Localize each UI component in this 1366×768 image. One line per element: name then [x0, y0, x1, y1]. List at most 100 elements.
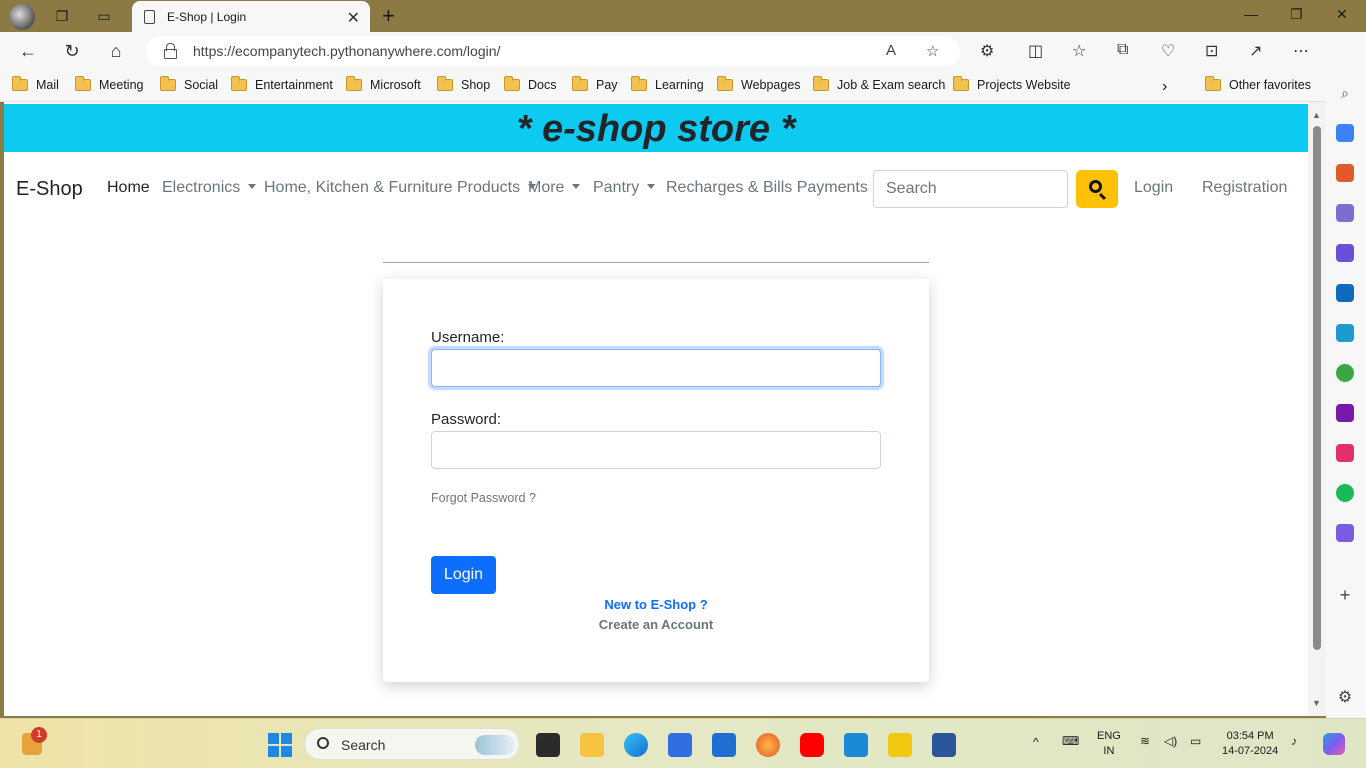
nav-pantry[interactable]: Pantry: [593, 179, 656, 197]
favorite-other[interactable]: Other favorites: [1205, 76, 1311, 92]
favorite-microsoft[interactable]: Microsoft: [346, 76, 421, 92]
new-tab-icon[interactable]: +: [382, 3, 395, 29]
tab-actions-icon[interactable]: ▭: [94, 6, 114, 26]
username-field[interactable]: [431, 349, 881, 387]
extensions-icon[interactable]: ⚙: [980, 41, 994, 61]
profile-avatar[interactable]: [9, 4, 35, 30]
games-icon[interactable]: [1336, 204, 1354, 222]
page-scrollbar[interactable]: ▲ ▼: [1308, 102, 1326, 716]
favorite-shop[interactable]: Shop: [437, 76, 490, 92]
favorite-pay[interactable]: Pay: [572, 76, 618, 92]
favorite-meeting[interactable]: Meeting: [75, 76, 143, 92]
screenshot-icon[interactable]: ⊡: [1205, 41, 1218, 61]
outlook-icon[interactable]: [1336, 284, 1354, 302]
browser-essentials-icon[interactable]: ♡: [1161, 41, 1175, 61]
scroll-down-icon[interactable]: ▼: [1312, 698, 1321, 708]
shark-icon: [475, 735, 515, 755]
home-icon[interactable]: ⌂: [104, 40, 128, 62]
nav-electronics[interactable]: Electronics: [162, 179, 257, 197]
copilot-preview-icon[interactable]: [1323, 733, 1345, 755]
vscode-icon[interactable]: [844, 733, 868, 757]
notification-bell-icon[interactable]: ♪: [1291, 734, 1297, 748]
split-screen-icon[interactable]: ◫: [1028, 41, 1043, 61]
taskbar-search[interactable]: Search: [304, 728, 520, 760]
url-text[interactable]: https://ecompanytech.pythonanywhere.com/…: [193, 43, 500, 59]
clipchamp-icon[interactable]: [1336, 524, 1354, 542]
lock-icon[interactable]: [164, 43, 177, 59]
store-icon[interactable]: [668, 733, 692, 757]
minimize-icon[interactable]: —: [1244, 6, 1258, 22]
favorite-star-icon[interactable]: ☆: [926, 42, 939, 60]
collections-icon[interactable]: ⧉: [1117, 41, 1128, 59]
folder-icon: [504, 76, 520, 91]
edge-icon[interactable]: [624, 733, 648, 757]
favorite-webpages[interactable]: Webpages: [717, 76, 801, 92]
restore-icon[interactable]: ❐: [1290, 6, 1303, 23]
file-explorer-icon[interactable]: [580, 733, 604, 757]
favorite-entertainment[interactable]: Entertainment: [231, 76, 333, 92]
nav-home[interactable]: Home: [107, 179, 150, 197]
nav-login[interactable]: Login: [1134, 179, 1173, 197]
nav-more[interactable]: More: [528, 179, 581, 197]
read-aloud-icon[interactable]: A: [886, 42, 896, 59]
forgot-password-link[interactable]: Forgot Password ?: [431, 491, 536, 505]
nav-home-kitchen[interactable]: Home, Kitchen & Furniture Products: [264, 179, 537, 197]
shopping-tag-icon[interactable]: [1336, 124, 1354, 142]
powerbi-icon[interactable]: [888, 733, 912, 757]
workspaces-icon[interactable]: ❐: [52, 6, 72, 26]
favorite-projects-website[interactable]: Projects Website: [953, 76, 1071, 92]
nav-recharges[interactable]: Recharges & Bills Payments: [666, 179, 884, 197]
more-menu-icon[interactable]: ⋯: [1293, 41, 1309, 61]
favorites-icon[interactable]: ☆: [1072, 41, 1086, 61]
keyboard-icon[interactable]: ⌨: [1062, 734, 1079, 748]
search-input[interactable]: [873, 170, 1068, 208]
tree-icon[interactable]: [1336, 364, 1354, 382]
send-icon[interactable]: [1336, 324, 1354, 342]
firefox-icon[interactable]: [756, 733, 780, 757]
task-view-icon[interactable]: [536, 733, 560, 757]
nav-registration[interactable]: Registration: [1202, 179, 1287, 197]
search-button[interactable]: [1076, 170, 1118, 208]
mail-icon[interactable]: [712, 733, 736, 757]
share-icon[interactable]: ↗: [1249, 41, 1262, 61]
favorite-job-exam-search[interactable]: Job & Exam search: [813, 76, 945, 92]
browser-tab[interactable]: E-Shop | Login ✕: [132, 1, 370, 32]
address-bar[interactable]: https://ecompanytech.pythonanywhere.com/…: [146, 36, 960, 66]
favorite-mail[interactable]: Mail: [12, 76, 59, 92]
close-tab-icon[interactable]: ✕: [347, 8, 360, 28]
instagram-icon[interactable]: [1336, 444, 1354, 462]
windows-start-icon[interactable]: [268, 733, 292, 757]
favorite-social[interactable]: Social: [160, 76, 218, 92]
language-indicator[interactable]: ENG IN: [1097, 729, 1121, 759]
password-field[interactable]: [431, 431, 881, 469]
favorite-learning[interactable]: Learning: [631, 76, 704, 92]
youtube-icon[interactable]: [800, 733, 824, 757]
scroll-thumb[interactable]: [1313, 126, 1321, 650]
login-button[interactable]: Login: [431, 556, 496, 594]
chevron-up-icon[interactable]: ^: [1033, 735, 1039, 749]
spotify-icon[interactable]: [1336, 484, 1354, 502]
word-icon[interactable]: [932, 733, 956, 757]
brand-link[interactable]: E-Shop: [16, 178, 83, 201]
microsoft365-icon[interactable]: [1336, 244, 1354, 262]
clock[interactable]: 03:54 PM 14-07-2024: [1222, 729, 1278, 759]
battery-icon[interactable]: ▭: [1190, 734, 1201, 748]
scroll-up-icon[interactable]: ▲: [1312, 110, 1321, 120]
refresh-icon[interactable]: ↻: [60, 40, 84, 62]
search-icon[interactable]: ⌕: [1336, 84, 1354, 102]
tools-icon[interactable]: [1336, 164, 1354, 182]
login-card: Username: Password: Forgot Password ? Lo…: [383, 279, 929, 682]
add-icon[interactable]: +: [1336, 585, 1354, 605]
folder-icon: [631, 76, 647, 91]
create-account-link[interactable]: Create an Account: [383, 617, 929, 632]
onenote-icon[interactable]: [1336, 404, 1354, 422]
close-window-icon[interactable]: ✕: [1336, 6, 1348, 23]
folder-icon: [346, 76, 362, 91]
chevron-down-icon: [248, 184, 257, 189]
back-icon[interactable]: ←: [16, 40, 40, 62]
wifi-icon[interactable]: ≋: [1140, 734, 1150, 748]
favorite-docs[interactable]: Docs: [504, 76, 556, 92]
chevron-right-icon[interactable]: ›: [1162, 78, 1167, 96]
volume-icon[interactable]: ◁): [1164, 734, 1177, 748]
settings-icon[interactable]: ⚙: [1336, 688, 1354, 706]
